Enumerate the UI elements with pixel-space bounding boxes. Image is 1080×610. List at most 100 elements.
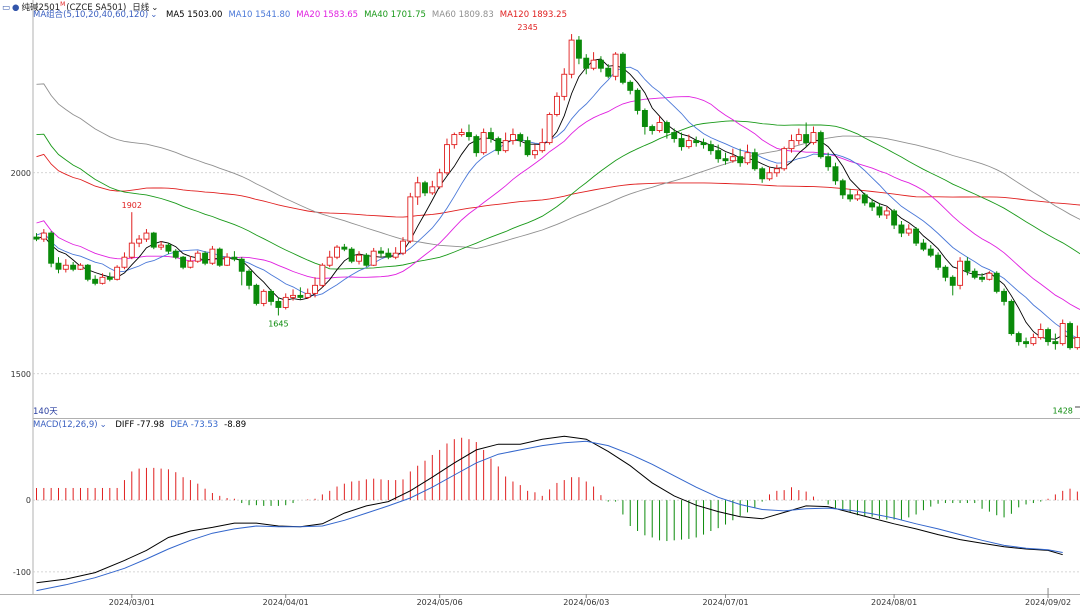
candle-body: [40, 232, 47, 240]
candle-body: [986, 272, 993, 280]
candle-body: [700, 142, 707, 146]
candle-body: [422, 182, 428, 194]
candle-body: [553, 95, 560, 115]
candle-body: [979, 276, 986, 280]
candle-body: [260, 290, 267, 304]
candle-body: [597, 59, 604, 69]
candle-body: [451, 134, 458, 146]
candle-body: [407, 196, 414, 242]
candle-body: [341, 246, 348, 250]
date-label: 2024/08/01: [871, 598, 917, 607]
candle-body: [143, 232, 150, 240]
candle-body: [605, 67, 612, 77]
candle-body: [663, 122, 670, 134]
candle-body: [649, 126, 656, 131]
candle-body: [568, 39, 575, 75]
candle-body: [949, 276, 956, 286]
candle-body: [1059, 323, 1066, 345]
ma120-line: [36, 153, 1080, 218]
price-tick-label: 2000: [11, 169, 31, 178]
candle-body: [297, 294, 304, 298]
candle-body: [370, 250, 377, 266]
price-extreme-label: 1902: [122, 201, 142, 210]
candle-body: [1001, 290, 1008, 302]
candle-body: [429, 186, 436, 194]
candle-body: [883, 210, 890, 216]
candle-body: [1067, 323, 1073, 349]
candle-body: [246, 270, 253, 286]
candle-body: [348, 248, 355, 262]
candle-body: [106, 276, 113, 280]
candle-body: [744, 152, 751, 164]
candle-body: [99, 276, 106, 284]
ma20-line: [36, 96, 1080, 310]
chart-canvas[interactable]: 2000 1500 0 -100 1902 1645 2345 1428 2024/03/01 2…: [0, 0, 1080, 610]
candle-body: [62, 264, 69, 270]
candle-body: [693, 140, 700, 144]
candle-body: [839, 180, 846, 196]
candle-body: [180, 256, 187, 268]
candle-body: [165, 244, 172, 252]
candle-body: [905, 228, 912, 234]
chart-window: ▭ ● 纯碱2501M(CZCE SA501) 日线 ⌄ MA组合(5,10,20,40…: [0, 0, 1080, 610]
candle-body: [861, 194, 868, 204]
candle-body: [414, 182, 421, 198]
candle-body: [898, 224, 905, 234]
candle-body: [913, 228, 920, 244]
candle-body: [128, 242, 135, 258]
candle-body: [392, 252, 399, 258]
candle-body: [773, 168, 780, 174]
candle-body: [517, 134, 524, 142]
candle-body: [495, 138, 502, 152]
candle-body: [1030, 337, 1037, 345]
candle-body: [48, 232, 55, 264]
candle-body: [510, 134, 516, 142]
candle-body: [356, 254, 362, 262]
candle-body: [627, 81, 634, 91]
candle-body: [1052, 341, 1059, 345]
candle-body: [187, 260, 194, 268]
candle-body: [803, 134, 810, 144]
candle-body: [656, 122, 663, 131]
candle-body: [33, 236, 40, 240]
candle-body: [400, 240, 406, 254]
candle-body: [92, 278, 99, 284]
candle-body: [136, 238, 143, 244]
candle-body: [1008, 300, 1015, 335]
candle-body: [84, 264, 91, 280]
candle-body: [238, 258, 245, 272]
candle-body: [546, 114, 553, 144]
candle-body: [290, 294, 296, 298]
candle-body: [869, 202, 876, 208]
date-label: 2024/07/01: [702, 598, 748, 607]
date-label: 2024/05/06: [417, 598, 463, 607]
candle-body: [1074, 337, 1080, 349]
candle-body: [751, 152, 758, 170]
candle-body: [641, 109, 648, 127]
candle-body: [312, 284, 318, 294]
candle-body: [634, 89, 641, 111]
candle-body: [715, 150, 722, 160]
candle-body: [70, 264, 77, 270]
candle-body: [825, 156, 832, 168]
candle-body: [202, 252, 209, 264]
candle-body: [575, 39, 582, 59]
candle-body: [282, 296, 289, 308]
candle-body: [172, 250, 179, 258]
candle-body: [253, 284, 260, 304]
candle-body: [436, 172, 443, 188]
date-label: 2024/06/03: [563, 598, 609, 607]
candle-body: [795, 134, 802, 142]
candle-body: [781, 148, 788, 170]
date-label: 2024/03/01: [109, 598, 155, 607]
candle-body: [810, 132, 817, 144]
candle-body: [590, 59, 597, 69]
candle-body: [466, 132, 472, 138]
candle-body: [121, 256, 128, 268]
candle-body: [1045, 329, 1051, 343]
price-extreme-label: 1428: [1053, 407, 1073, 416]
candle-body: [55, 262, 62, 270]
candle-body: [854, 194, 861, 200]
candle-body: [275, 300, 282, 308]
candle-body: [722, 158, 729, 162]
